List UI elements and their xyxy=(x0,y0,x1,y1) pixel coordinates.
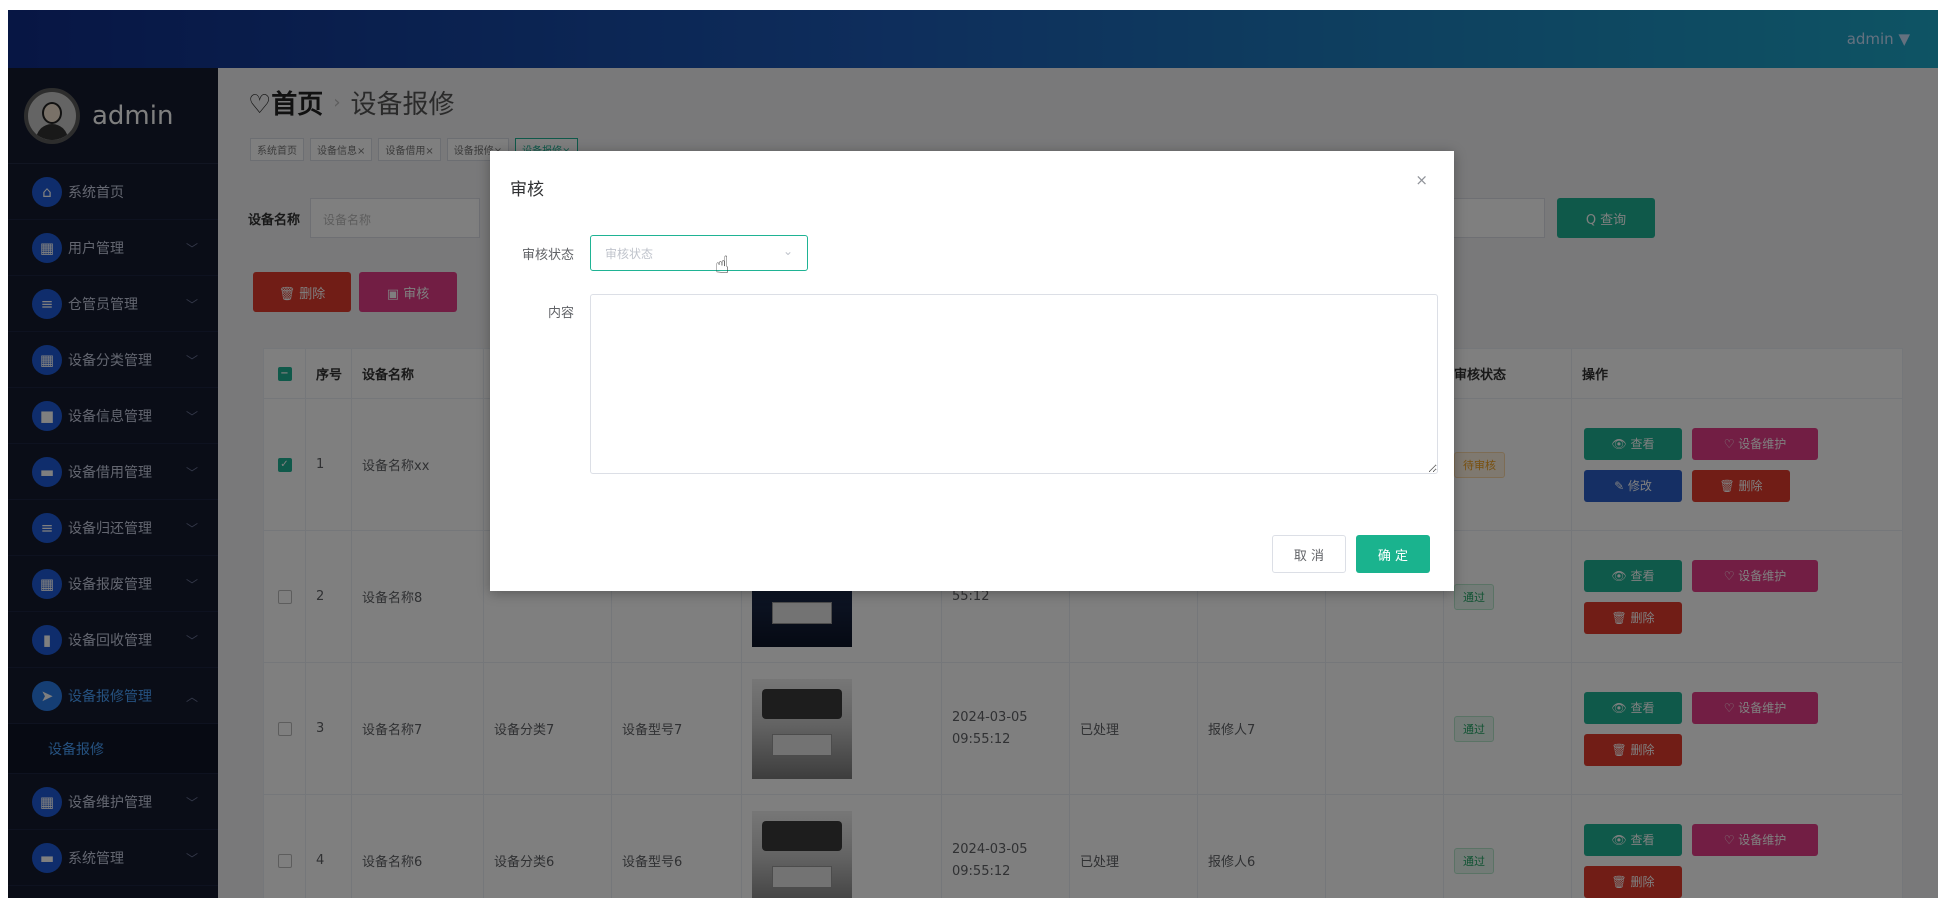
confirm-button[interactable]: 确 定 xyxy=(1356,535,1430,573)
cancel-button[interactable]: 取 消 xyxy=(1272,535,1346,573)
content-field-label: 内容 xyxy=(547,306,574,321)
audit-status-placeholder: 审核状态 xyxy=(605,246,654,261)
close-icon[interactable]: × xyxy=(1415,171,1428,189)
content-textarea[interactable] xyxy=(590,294,1438,474)
dialog-title: 审核 xyxy=(510,180,544,200)
audit-status-select[interactable]: 审核状态 ⌄ xyxy=(590,235,808,271)
audit-dialog: 审核 × 审核状态 审核状态 ⌄ ☝ 内容 取 消 确 定 xyxy=(490,151,1454,591)
chevron-down-icon: ⌄ xyxy=(782,244,793,258)
app-window: admin ▼ admin ⌂系统首页▦用户管理﹀≡仓管员管理﹀▦设备分类管理﹀… xyxy=(8,10,1938,898)
hand-cursor-icon: ☝ xyxy=(715,251,730,279)
status-field-label: 审核状态 xyxy=(521,248,574,263)
